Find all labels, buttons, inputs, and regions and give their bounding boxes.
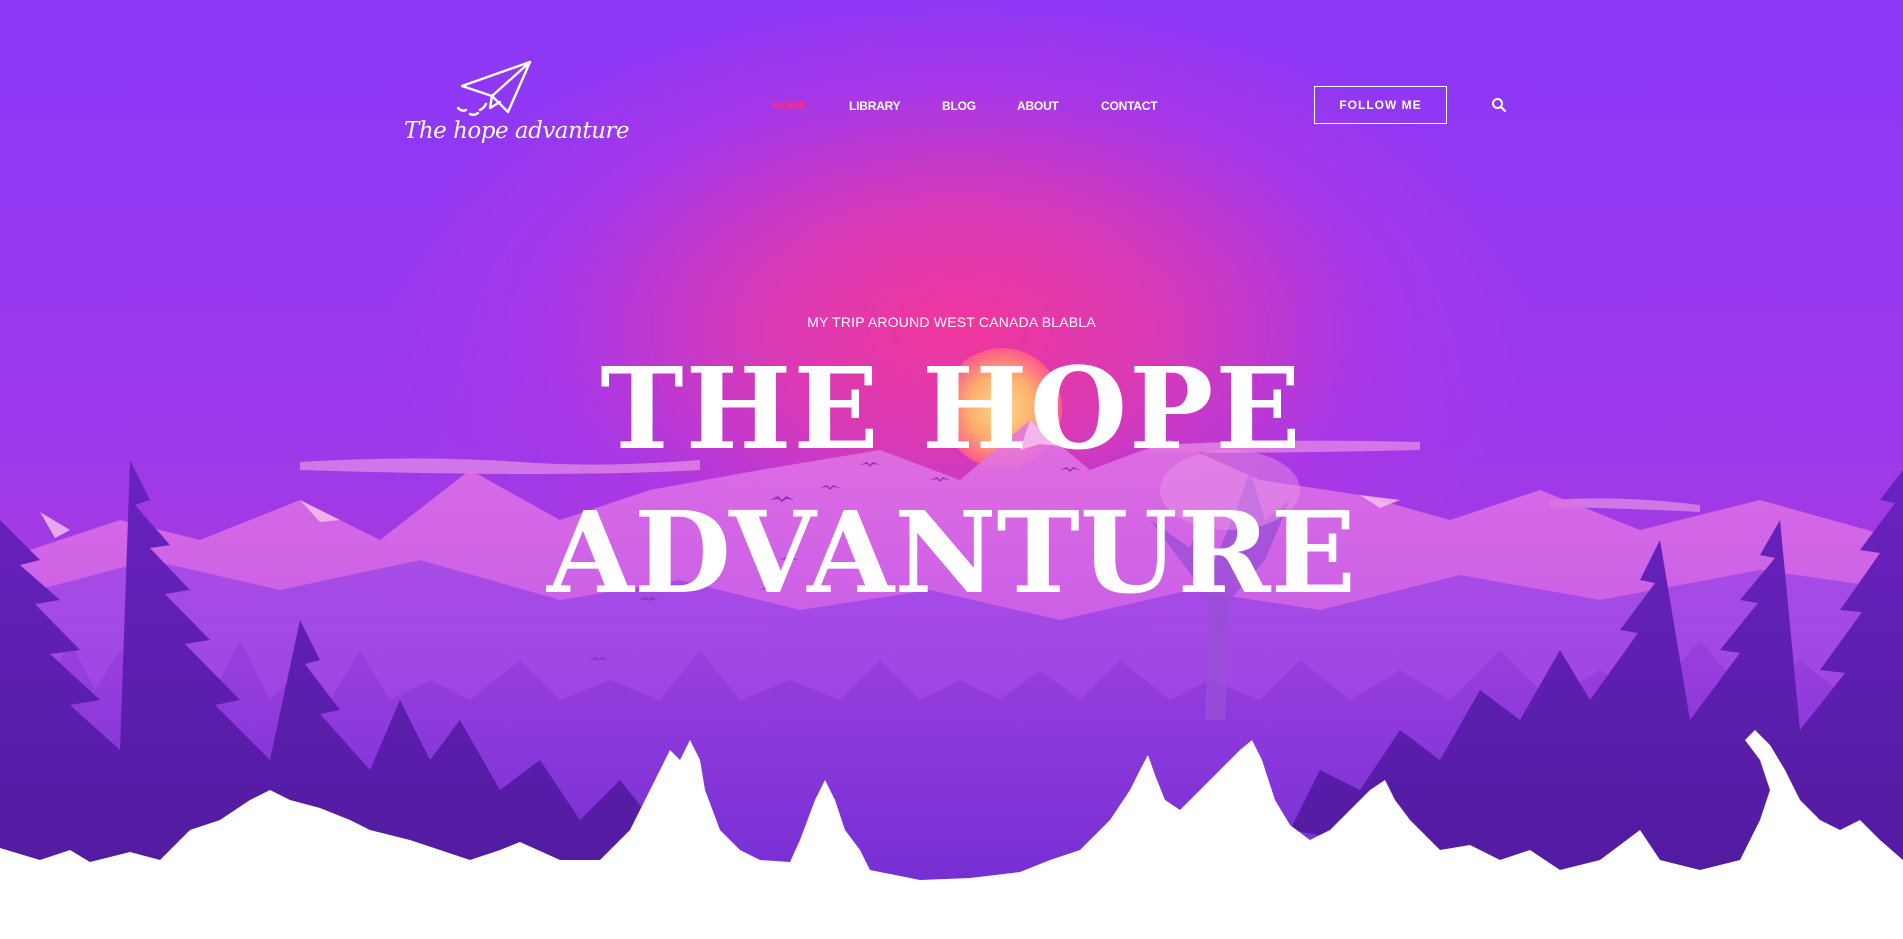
site-logo[interactable]: The hope advanture <box>404 56 630 156</box>
hero-section: The hope advanture HOME LIBRARY BLOG ABO… <box>0 0 1903 939</box>
nav-item-about[interactable]: ABOUT <box>1017 99 1059 113</box>
nav-item-blog[interactable]: BLOG <box>942 99 976 113</box>
search-icon[interactable] <box>1491 97 1507 113</box>
hero-title-line-1: THE HOPE <box>600 344 1303 475</box>
follow-me-button[interactable]: FOLLOW ME <box>1314 86 1447 124</box>
nav-item-contact[interactable]: CONTACT <box>1101 99 1158 113</box>
hero-subtitle: MY TRIP AROUND WEST CANADA BLABLA <box>807 314 1096 330</box>
nav-item-library[interactable]: LIBRARY <box>849 99 901 113</box>
hero-title-line-2: ADVANTURE <box>547 488 1356 619</box>
logo-text: The hope advanture <box>404 118 630 144</box>
paper-plane-icon <box>456 60 532 116</box>
nav-item-home[interactable]: HOME <box>772 99 807 113</box>
